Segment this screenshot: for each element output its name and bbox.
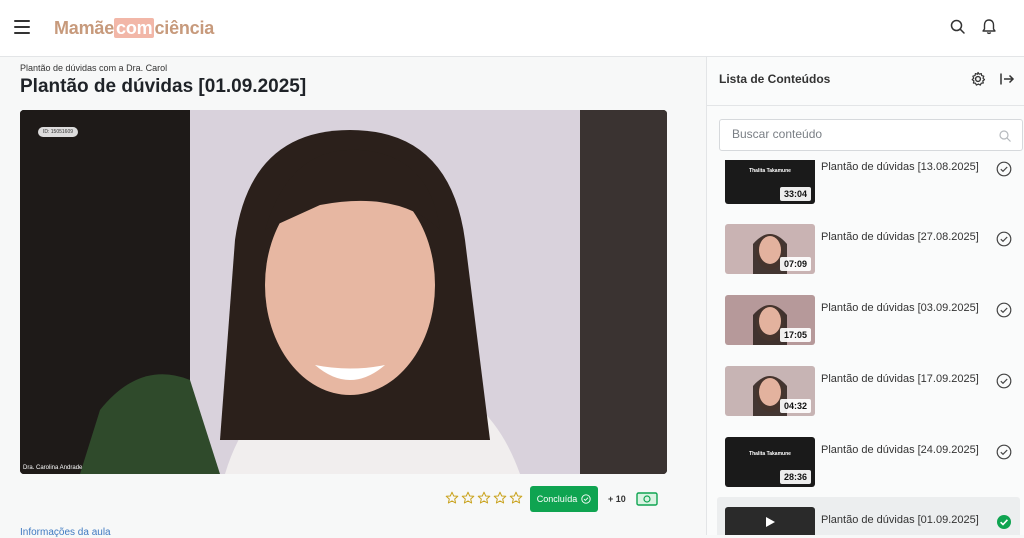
video-thumbnail[interactable]: 04:32 bbox=[725, 366, 815, 416]
list-item[interactable]: Plantão de dúvidas [01.09.2025] bbox=[717, 497, 1020, 535]
bell-icon[interactable] bbox=[979, 17, 999, 37]
video-frame bbox=[20, 110, 667, 474]
check-circle-icon bbox=[581, 494, 591, 504]
list-item-title: Plantão de dúvidas [13.08.2025] bbox=[821, 161, 979, 173]
duration-badge: 28:36 bbox=[779, 470, 811, 484]
thumbnail-caption: Thalita Takamune bbox=[749, 168, 791, 174]
star-icon[interactable] bbox=[509, 491, 523, 505]
star-icon[interactable] bbox=[477, 491, 491, 505]
check-circle-icon bbox=[996, 231, 1012, 247]
duration-badge: 04:32 bbox=[779, 399, 811, 413]
list-item-title: Plantão de dúvidas [17.09.2025] bbox=[821, 373, 979, 385]
video-thumbnail[interactable]: 17:05 bbox=[725, 295, 815, 345]
video-thumbnail[interactable]: Thalita Takamune 33:04 bbox=[725, 160, 815, 204]
list-item-title: Plantão de dúvidas [24.09.2025] bbox=[821, 444, 979, 456]
list-item[interactable]: 17:05 Plantão de dúvidas [03.09.2025] bbox=[717, 293, 1020, 358]
ticket-icon bbox=[636, 492, 658, 506]
content-list: Thalita Takamune 33:04 Plantão de dúvidas … bbox=[707, 160, 1024, 535]
rating-stars bbox=[445, 491, 523, 505]
video-player[interactable]: ID: 15051609 Dra. Carolina Andrade bbox=[20, 110, 667, 474]
search-input[interactable] bbox=[732, 127, 992, 141]
duration-badge: 07:09 bbox=[779, 257, 811, 271]
list-item[interactable]: 07:09 Plantão de dúvidas [27.08.2025] bbox=[717, 222, 1020, 287]
check-circle-icon bbox=[996, 373, 1012, 389]
check-circle-icon bbox=[997, 515, 1011, 529]
video-thumbnail[interactable]: Thalita Takamune 28:36 bbox=[725, 437, 815, 487]
video-thumbnail[interactable]: 07:09 bbox=[725, 224, 815, 274]
breadcrumb[interactable]: Plantão de dúvidas com a Dra. Carol bbox=[20, 63, 167, 73]
collapse-sidebar-icon[interactable] bbox=[998, 70, 1016, 88]
check-circle-icon bbox=[996, 161, 1012, 177]
sidebar-title: Lista de Conteúdos bbox=[719, 72, 831, 86]
video-thumbnail[interactable] bbox=[725, 507, 815, 535]
list-item-title: Plantão de dúvidas [03.09.2025] bbox=[821, 302, 979, 314]
points-label: + 10 bbox=[608, 494, 626, 504]
lesson-info-link[interactable]: Informações da aula bbox=[20, 527, 111, 538]
thumbnail-caption: Thalita Takamune bbox=[749, 451, 791, 457]
hamburger-menu-icon[interactable] bbox=[14, 20, 30, 34]
completed-button[interactable]: Concluída bbox=[530, 486, 598, 512]
speaker-name-label: Dra. Carolina Andrade bbox=[23, 465, 83, 471]
list-item-title: Plantão de dúvidas [01.09.2025] bbox=[821, 514, 979, 526]
star-icon[interactable] bbox=[493, 491, 507, 505]
search-field[interactable] bbox=[719, 119, 1023, 151]
check-circle-icon bbox=[996, 444, 1012, 460]
list-item[interactable]: Thalita Takamune 33:04 Plantão de dúvidas … bbox=[717, 160, 1020, 225]
search-icon[interactable] bbox=[948, 17, 968, 37]
duration-badge: 17:05 bbox=[779, 328, 811, 342]
list-item-title: Plantão de dúvidas [27.08.2025] bbox=[821, 231, 979, 243]
page-title: Plantão de dúvidas [01.09.2025] bbox=[20, 76, 307, 97]
list-item[interactable]: 04:32 Plantão de dúvidas [17.09.2025] bbox=[717, 364, 1020, 429]
play-icon[interactable] bbox=[763, 515, 777, 529]
search-icon[interactable] bbox=[998, 129, 1012, 143]
video-id-badge: ID: 15051609 bbox=[38, 127, 79, 137]
star-icon[interactable] bbox=[461, 491, 475, 505]
gear-icon[interactable] bbox=[969, 70, 987, 88]
brand-logo[interactable]: Mamãe com ciência bbox=[54, 18, 214, 39]
duration-badge: 33:04 bbox=[779, 187, 811, 201]
top-header: Mamãe com ciência bbox=[0, 0, 1024, 57]
check-circle-icon bbox=[996, 302, 1012, 318]
content-sidebar: Lista de Conteúdos Thalita Takamune 33:04… bbox=[706, 57, 1024, 535]
star-icon[interactable] bbox=[445, 491, 459, 505]
completed-label: Concluída bbox=[536, 494, 578, 504]
sidebar-header: Lista de Conteúdos bbox=[707, 57, 1024, 106]
list-item[interactable]: Thalita Takamune 28:36 Plantão de dúvidas … bbox=[717, 435, 1020, 500]
